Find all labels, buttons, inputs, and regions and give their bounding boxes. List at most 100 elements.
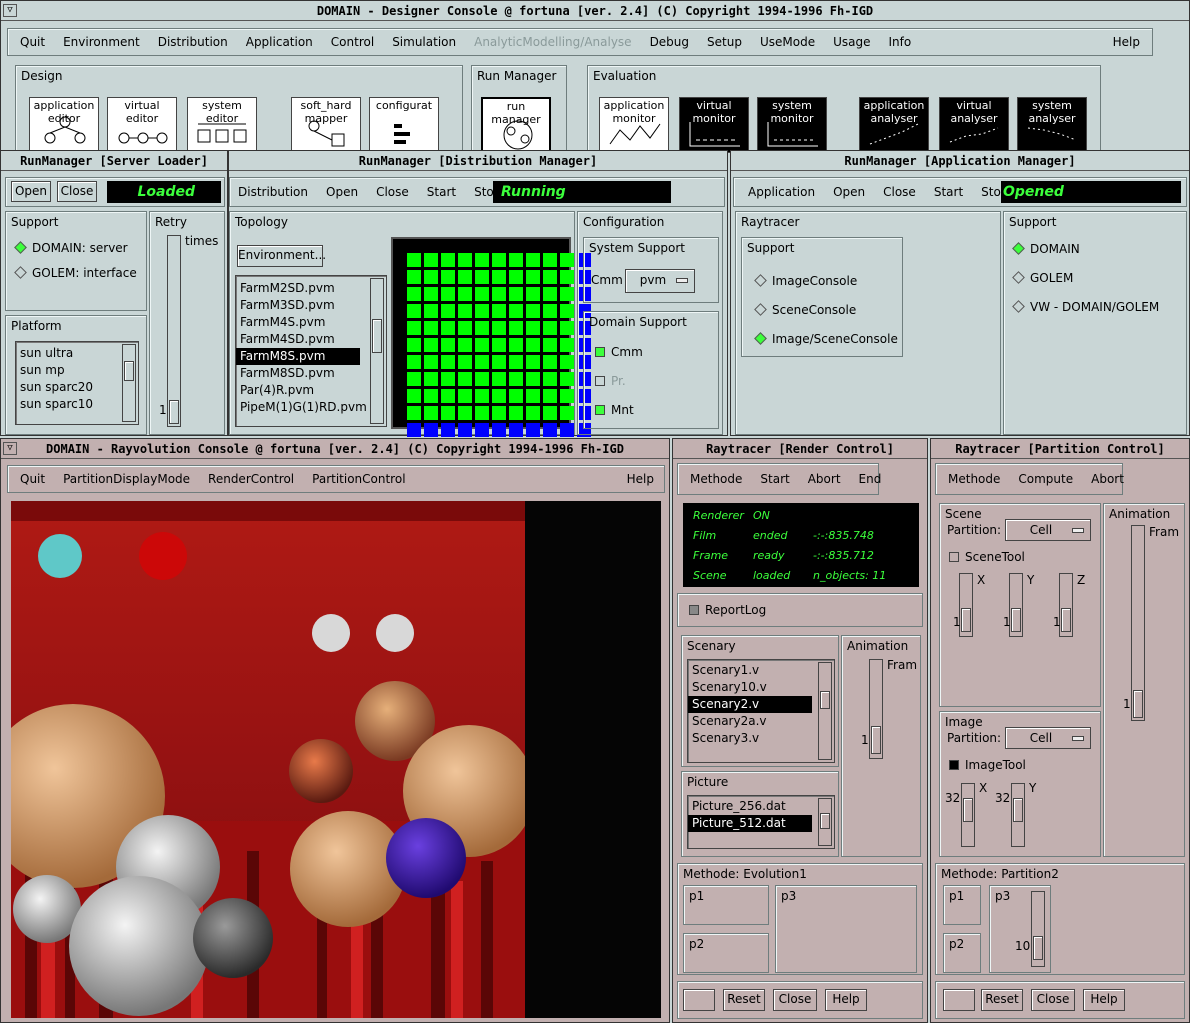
soft-hard-mapper-icon[interactable]: soft_hard mapper <box>291 97 361 153</box>
application-analyser-icon[interactable]: application analyser <box>859 97 929 153</box>
scene-partition-select[interactable]: Cell <box>1005 519 1091 541</box>
application-monitor-icon[interactable]: application monitor <box>599 97 669 153</box>
menu-usemode[interactable]: UseMode <box>760 35 815 49</box>
menu-simulation[interactable]: Simulation <box>392 35 456 49</box>
menu-application[interactable]: Application <box>246 35 313 49</box>
blank-button[interactable] <box>683 989 715 1011</box>
list-item[interactable]: FarmM4SD.pvm <box>236 331 386 348</box>
param-p1[interactable]: p1 <box>683 885 769 925</box>
close-button[interactable]: Close <box>57 181 97 202</box>
close-button[interactable]: Close <box>773 989 817 1011</box>
imagetool-checkbox[interactable]: ImageTool <box>949 758 1026 772</box>
application-editor-icon[interactable]: application editor <box>29 97 99 153</box>
list-item[interactable]: sun sparc10 <box>16 396 138 413</box>
menu-close[interactable]: Close <box>883 185 916 199</box>
menu-methode[interactable]: Methode <box>948 472 1000 486</box>
domain-pr-checkbox[interactable]: Pr. <box>595 374 626 388</box>
list-item[interactable]: FarmM3SD.pvm <box>236 297 386 314</box>
menu-help[interactable]: Help <box>627 472 654 486</box>
topology-scrollbar[interactable] <box>370 278 384 424</box>
list-item[interactable]: Scenary10.v <box>688 679 834 696</box>
scene-y-slider[interactable] <box>1009 573 1023 637</box>
list-item[interactable]: FarmM8SD.pvm <box>236 365 386 382</box>
menu-quit[interactable]: Quit <box>20 472 45 486</box>
menu-partitioncontrol[interactable]: PartitionControl <box>312 472 405 486</box>
list-item[interactable]: FarmM2SD.pvm <box>236 280 386 297</box>
menu-compute[interactable]: Compute <box>1018 472 1073 486</box>
render-canvas[interactable] <box>11 501 661 1018</box>
environment-button[interactable]: Environment... <box>237 245 326 267</box>
server-option-golem[interactable]: GOLEM: interface <box>13 266 137 280</box>
menu-start[interactable]: Start <box>427 185 456 199</box>
list-item[interactable]: Scenary3.v <box>688 730 834 747</box>
frame-slider[interactable] <box>869 659 883 759</box>
configurator-icon[interactable]: configurat <box>369 97 439 153</box>
param-p2[interactable]: p2 <box>943 933 981 973</box>
reportlog-checkbox[interactable]: ReportLog <box>689 603 766 617</box>
option-imagesceneconsole[interactable]: Image/SceneConsole <box>753 332 898 346</box>
cmm-select[interactable]: pvm <box>625 269 695 293</box>
list-item-selected[interactable]: FarmM8S.pvm <box>236 348 360 365</box>
server-option-domain[interactable]: DOMAIN: server <box>13 241 128 255</box>
list-item[interactable]: Scenary1.v <box>688 662 834 679</box>
help-button[interactable]: Help <box>1083 989 1125 1011</box>
list-item[interactable]: Scenary2a.v <box>688 713 834 730</box>
option-imageconsole[interactable]: ImageConsole <box>753 274 857 288</box>
picture-list[interactable]: Picture_256.dat Picture_512.dat <box>687 795 835 849</box>
option-sceneconsole[interactable]: SceneConsole <box>753 303 856 317</box>
menu-end[interactable]: End <box>859 472 882 486</box>
list-item[interactable]: sun sparc20 <box>16 379 138 396</box>
list-item[interactable]: Picture_256.dat <box>688 798 834 815</box>
platform-scrollbar[interactable] <box>122 344 136 422</box>
list-item-selected[interactable]: Scenary2.v <box>688 696 812 713</box>
menu-abort[interactable]: Abort <box>808 472 841 486</box>
menu-usage[interactable]: Usage <box>833 35 870 49</box>
menu-environment[interactable]: Environment <box>63 35 140 49</box>
menu-debug[interactable]: Debug <box>650 35 689 49</box>
image-x-slider[interactable] <box>961 783 975 847</box>
scenary-scrollbar[interactable] <box>818 662 832 760</box>
menu-help[interactable]: Help <box>1113 35 1140 49</box>
partition-frame-slider[interactable] <box>1131 525 1145 721</box>
virtual-editor-icon[interactable]: virtual editor <box>107 97 177 153</box>
help-button[interactable]: Help <box>825 989 867 1011</box>
open-button[interactable]: Open <box>11 181 51 202</box>
topology-file-list[interactable]: FarmM2SD.pvm FarmM3SD.pvm FarmM4S.pvm Fa… <box>235 275 387 427</box>
option-golem[interactable]: GOLEM <box>1011 271 1073 285</box>
menu-control[interactable]: Control <box>331 35 374 49</box>
option-vw[interactable]: VW - DOMAIN/GOLEM <box>1011 300 1159 314</box>
menu-partitiondisplaymode[interactable]: PartitionDisplayMode <box>63 472 190 486</box>
blank-button[interactable] <box>943 989 975 1011</box>
window-menu-button[interactable]: ▽ <box>3 4 17 17</box>
menu-info[interactable]: Info <box>888 35 911 49</box>
menu-analytic[interactable]: AnalyticModelling/Analyse <box>474 35 631 49</box>
reset-button[interactable]: Reset <box>981 989 1023 1011</box>
picture-scrollbar[interactable] <box>818 798 832 846</box>
param-p2[interactable]: p2 <box>683 933 769 973</box>
p3-slider[interactable] <box>1031 891 1045 967</box>
param-p3[interactable]: p3 <box>775 885 917 973</box>
menu-distribution[interactable]: Distribution <box>238 185 308 199</box>
domain-mnt-checkbox[interactable]: Mnt <box>595 403 634 417</box>
system-monitor-icon[interactable]: system monitor <box>757 97 827 153</box>
system-editor-icon[interactable]: system editor <box>187 97 257 153</box>
menu-start[interactable]: Start <box>934 185 963 199</box>
window-menu-button[interactable]: ▽ <box>3 442 17 455</box>
menu-distribution[interactable]: Distribution <box>158 35 228 49</box>
menu-open[interactable]: Open <box>833 185 865 199</box>
scenetool-checkbox[interactable]: SceneTool <box>949 550 1025 564</box>
list-item[interactable]: sun ultra <box>16 345 138 362</box>
menu-methode[interactable]: Methode <box>690 472 742 486</box>
menu-abort[interactable]: Abort <box>1091 472 1124 486</box>
domain-cmm-checkbox[interactable]: Cmm <box>595 345 643 359</box>
scenary-list[interactable]: Scenary1.v Scenary10.v Scenary2.v Scenar… <box>687 659 835 763</box>
menu-close[interactable]: Close <box>376 185 409 199</box>
option-domain[interactable]: DOMAIN <box>1011 242 1080 256</box>
menu-rendercontrol[interactable]: RenderControl <box>208 472 294 486</box>
system-analyser-icon[interactable]: system analyser <box>1017 97 1087 153</box>
param-p1[interactable]: p1 <box>943 885 981 925</box>
list-item[interactable]: FarmM4S.pvm <box>236 314 386 331</box>
list-item[interactable]: PipeM(1)G(1)RD.pvm <box>236 399 386 416</box>
list-item[interactable]: sun mp <box>16 362 138 379</box>
platform-list[interactable]: sun ultra sun mp sun sparc20 sun sparc10 <box>15 341 139 425</box>
